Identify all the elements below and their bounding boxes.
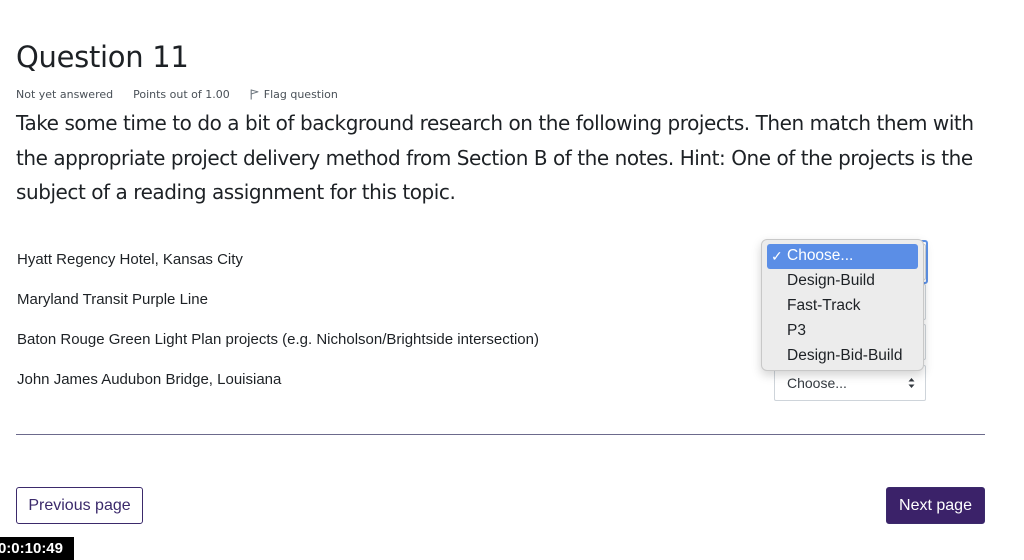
match-item-purple-line: Maryland Transit Purple Line [17,290,208,308]
section-divider [16,434,985,435]
question-info: Not yet answered Points out of 1.00 Flag… [16,87,338,101]
next-page-button[interactable]: Next page [886,487,985,524]
dropdown-option-label: Choose... [787,247,854,265]
dropdown-option-choose[interactable]: ✓ Choose... [767,244,918,269]
flag-icon [250,89,259,99]
select-arrows-icon [908,378,915,388]
answer-status: Not yet answered [16,87,114,101]
timer-value: 0:0:10:49 [0,540,63,557]
dropdown-option-design-build[interactable]: Design-Build [767,269,918,294]
flag-question-label: Flag question [263,87,338,101]
dropdown-option-label: Design-Bid-Build [787,346,903,364]
dropdown-option-design-bid-build[interactable]: Design-Bid-Build [767,343,918,368]
flag-question-link[interactable]: Flag question [250,88,338,101]
match-item-hyatt: Hyatt Regency Hotel, Kansas City [17,250,243,268]
match-item-green-light: Baton Rouge Green Light Plan projects (e… [17,330,539,348]
dropdown-option-label: Fast-Track [787,296,861,314]
checkmark-icon: ✓ [771,247,783,264]
select-dropdown-menu[interactable]: ✓ Choose... Design-Build Fast-Track P3 D… [761,239,924,371]
dropdown-option-label: P3 [787,321,806,339]
match-item-audubon-bridge: John James Audubon Bridge, Louisiana [17,370,282,388]
question-text: Take some time to do a bit of background… [16,111,974,204]
dropdown-option-label: Design-Build [787,272,875,290]
question-points: Points out of 1.00 [133,87,230,101]
quiz-timer: 0:0:10:49 [0,537,74,560]
dropdown-option-p3[interactable]: P3 [767,318,918,343]
previous-page-button[interactable]: Previous page [16,487,143,524]
match-select-4-value: Choose... [787,375,847,391]
question-title: Question 11 [16,40,189,74]
dropdown-option-fast-track[interactable]: Fast-Track [767,294,918,319]
